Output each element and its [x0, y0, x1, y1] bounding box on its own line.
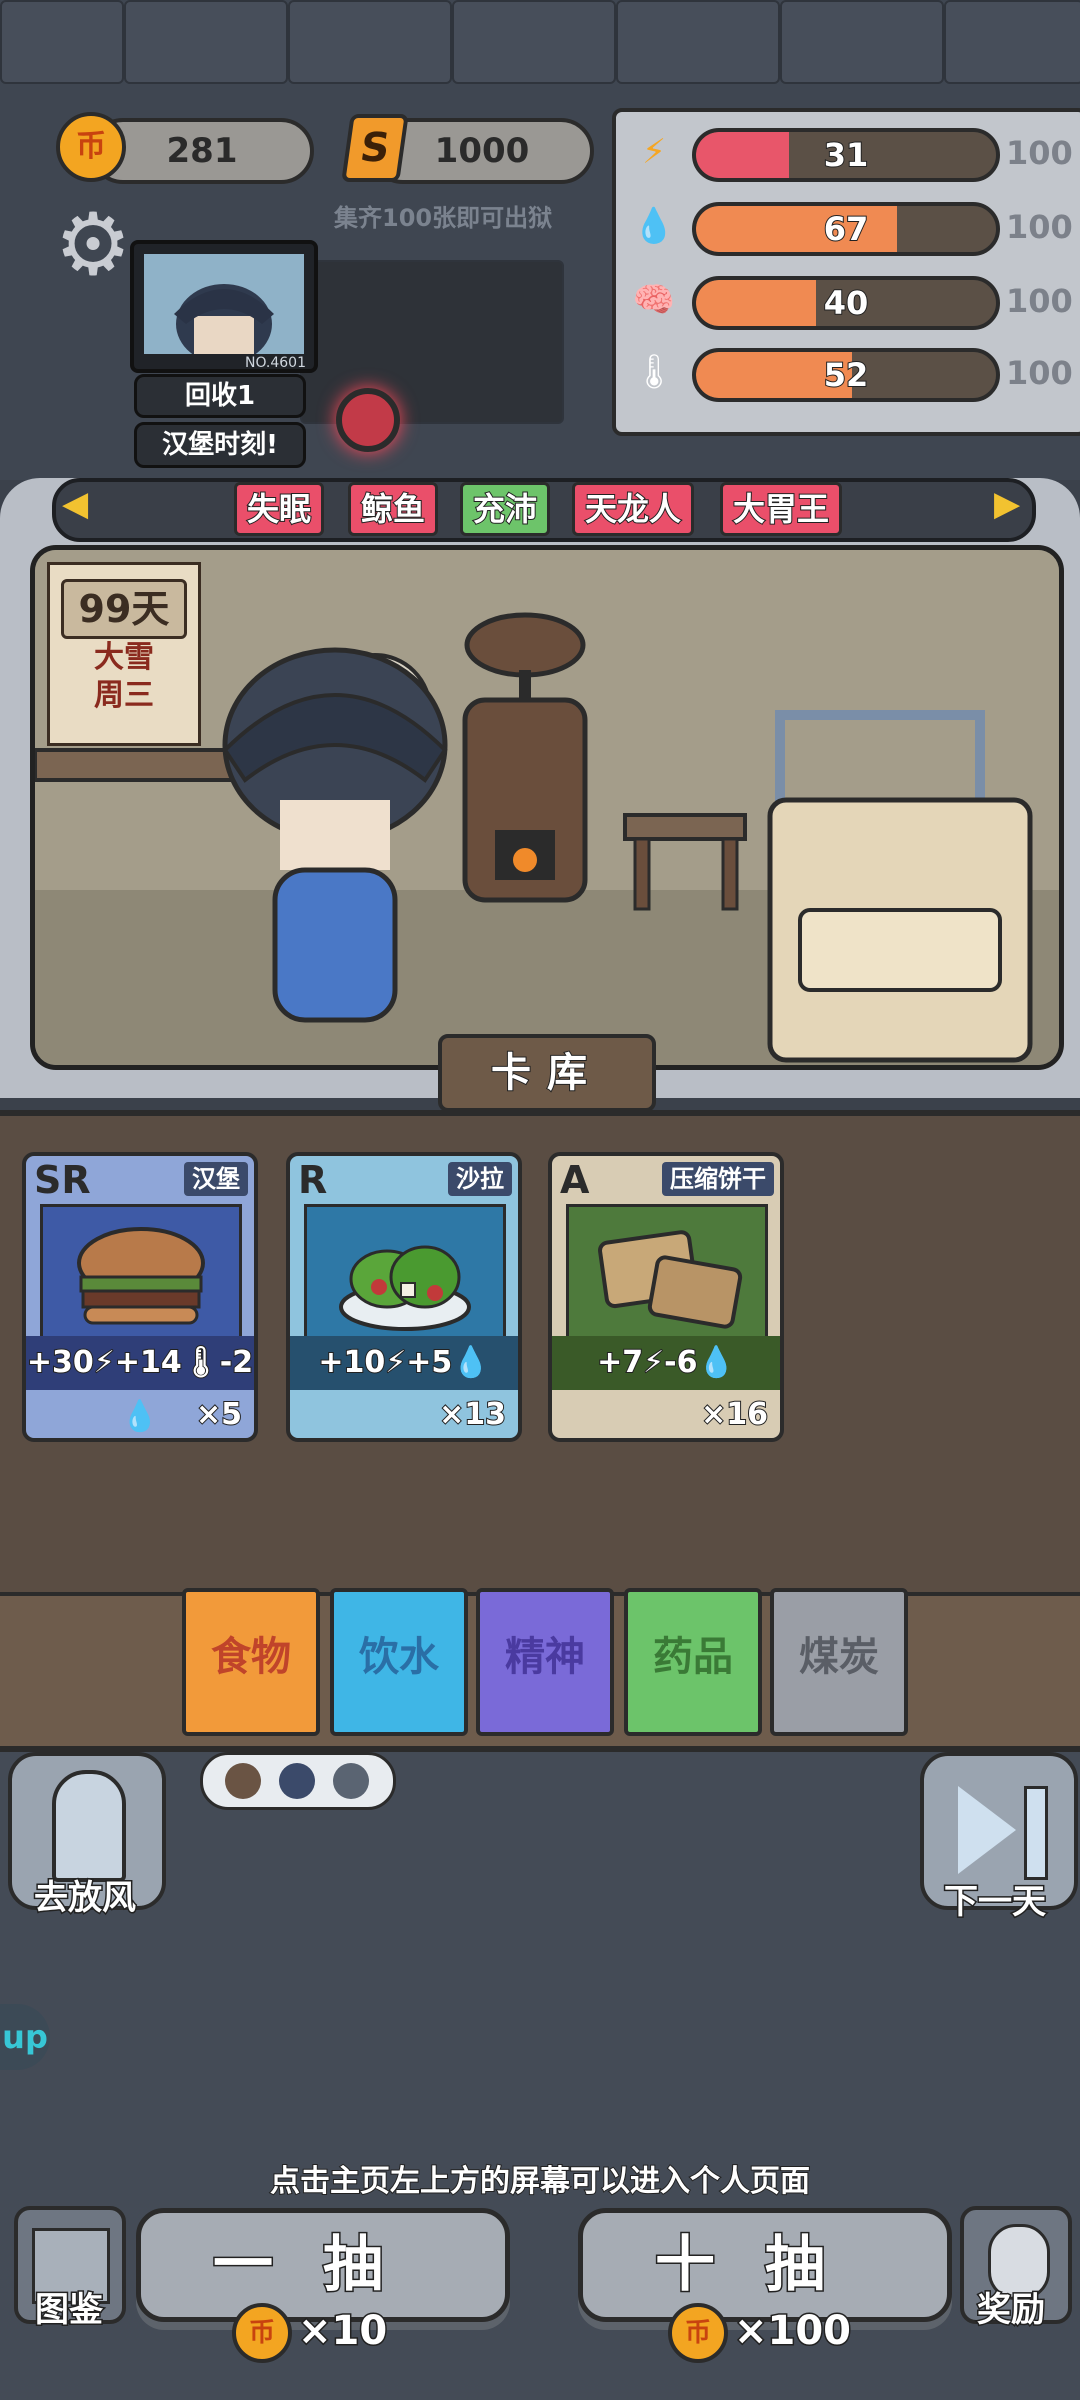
hamburger-art [40, 1204, 242, 1344]
tag-big-eater[interactable]: 大胃王 [720, 482, 843, 536]
card-effect: +7⚡-6💧 [552, 1336, 780, 1390]
biscuit-art [566, 1204, 768, 1344]
tag-celestial-dragon[interactable]: 天龙人 [572, 482, 695, 536]
tip-text: 点击主页左上方的屏幕可以进入个人页面 [269, 2163, 811, 2200]
water-value: 67 [823, 209, 870, 249]
category-coal[interactable]: 煤炭 [770, 1588, 908, 1736]
cell-scene: 99天 大雪 周三 [30, 545, 1064, 1070]
mind-bar: 40 [692, 276, 1000, 330]
collect-hint: 集齐100张即可出狱 [334, 204, 553, 232]
card-effect: +10⚡+5💧 [290, 1336, 518, 1390]
coin-icon: 币 [232, 2303, 292, 2363]
category-water[interactable]: 饮水 [330, 1588, 468, 1736]
gallery-label: 图鉴 [34, 2289, 105, 2332]
card-rarity: A [560, 1158, 590, 1202]
inmate-avatar [225, 1763, 261, 1799]
temperature-bar: 52 [692, 348, 1000, 402]
card-rarity: R [298, 1158, 328, 1202]
card-name: 压缩饼干 [662, 1162, 774, 1196]
mind-value: 40 [823, 283, 870, 323]
tags-prev-arrow-icon[interactable]: ◀ [62, 484, 88, 524]
card-name: 沙拉 [448, 1162, 512, 1196]
tags-next-arrow-icon[interactable]: ▶ [994, 484, 1020, 524]
tag-energetic[interactable]: 充沛 [460, 482, 551, 536]
card-count: ×13 [438, 1396, 507, 1433]
door-icon [52, 1770, 126, 1882]
coin-icon: 币 [56, 112, 126, 182]
brain-icon: 🧠 [632, 280, 676, 320]
alarm-light [336, 388, 400, 452]
category-mind[interactable]: 精神 [476, 1588, 614, 1736]
energy-bar: 31 [692, 128, 1000, 182]
coin-icon: 币 [668, 2303, 728, 2363]
mind-max: 100 [1006, 282, 1073, 320]
profile-monitor[interactable]: NO.4601 [130, 240, 318, 373]
single-draw-cost: 币 ×10 [232, 2300, 389, 2363]
card-name: 汉堡 [184, 1162, 248, 1196]
thought-bubble [200, 1752, 396, 1810]
guard-avatar [279, 1763, 315, 1799]
card-hamburger[interactable]: SR 汉堡 +30⚡+14🌡-2💧 ×5 [22, 1152, 258, 1442]
settings-gear-icon[interactable]: ⚙ [48, 200, 138, 290]
tag-insomnia[interactable]: 失眠 [234, 482, 325, 536]
temperature-value: 52 [823, 355, 870, 395]
s-points-icon: S [341, 114, 409, 182]
energy-icon: ⚡ [642, 132, 666, 172]
energy-max: 100 [1006, 134, 1073, 172]
ten-draw-cost: 币 ×100 [668, 2300, 853, 2363]
status-label-2: 汉堡时刻! [134, 422, 306, 468]
next-icon [958, 1786, 1016, 1874]
card-count: ×16 [700, 1396, 769, 1433]
card-salad[interactable]: R 沙拉 +10⚡+5💧 ×13 [286, 1152, 522, 1442]
water-bar: 67 [692, 202, 1000, 256]
cell-illustration [35, 612, 1033, 1063]
card-effect: +30⚡+14🌡-2💧 [26, 1336, 254, 1435]
energy-value: 31 [823, 135, 870, 175]
go-out-label: 去放风 [33, 1877, 138, 1920]
card-compressed-biscuit[interactable]: A 压缩饼干 +7⚡-6💧 ×16 [548, 1152, 784, 1442]
temperature-max: 100 [1006, 354, 1073, 392]
card-count: ×5 [195, 1396, 243, 1433]
card-library-tab[interactable]: 卡库 [438, 1034, 656, 1112]
tag-whale[interactable]: 鲸鱼 [348, 482, 439, 536]
stats-panel: ⚡ 31 100 💧 67 100 🧠 40 100 🌡 52 100 [612, 108, 1080, 436]
category-food[interactable]: 食物 [182, 1588, 320, 1736]
water-icon: 💧 [632, 206, 676, 246]
inmate-avatar [333, 1763, 369, 1799]
card-rarity: SR [34, 1158, 91, 1202]
reward-label: 奖励 [976, 2289, 1047, 2332]
category-medicine[interactable]: 药品 [624, 1588, 762, 1736]
status-label-1: 回收1 [134, 374, 306, 418]
next-day-label: 下一天 [943, 1881, 1048, 1924]
next-bar-icon [1024, 1786, 1048, 1880]
temperature-icon: 🌡 [632, 352, 676, 392]
salad-art [304, 1204, 506, 1344]
prisoner-id: NO.4601 [244, 355, 306, 371]
avatar [144, 254, 304, 364]
water-max: 100 [1006, 208, 1073, 246]
